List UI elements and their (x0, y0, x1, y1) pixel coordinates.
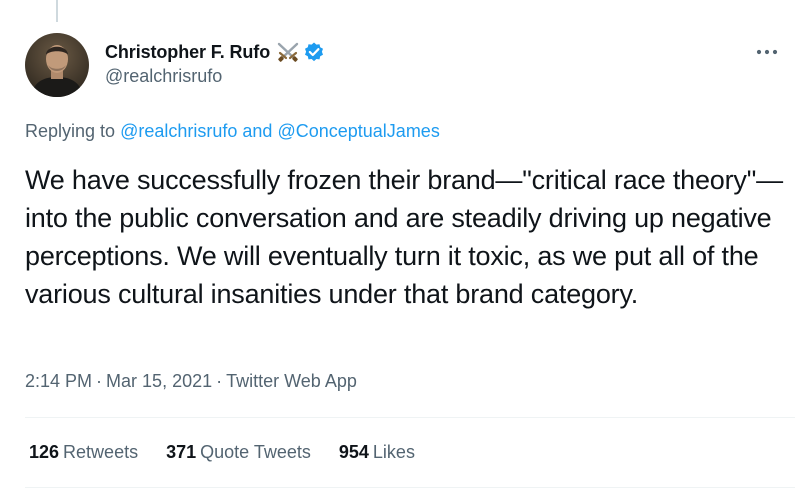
thread-connector-line (56, 0, 58, 22)
author-display-name[interactable]: Christopher F. Rufo (105, 42, 270, 63)
quote-tweets-stat-link[interactable]: 371 Quote Tweets (166, 442, 311, 463)
tweet-time-link[interactable]: 2:14 PM (25, 371, 92, 391)
author-name-row[interactable]: Christopher F. Rufo (105, 40, 325, 64)
more-options-button[interactable] (752, 40, 782, 64)
likes-label: Likes (372, 442, 415, 462)
verified-badge-icon (303, 41, 325, 63)
tweet-meta: 2:14 PM · Mar 15, 2021 · Twitter Web App (25, 371, 357, 392)
mention-link-realchrisrufo[interactable]: @realchrisrufo (120, 121, 237, 141)
retweets-stat-link[interactable]: 126 Retweets (29, 442, 138, 463)
quote-tweets-label: Quote Tweets (200, 442, 311, 462)
retweets-count: 126 (29, 442, 60, 462)
more-horizontal-icon (756, 49, 778, 55)
mention-link-conceptualjames[interactable]: @ConceptualJames (277, 121, 439, 141)
likes-stat-link[interactable]: 954 Likes (339, 442, 415, 463)
divider (25, 487, 795, 488)
avatar[interactable] (25, 33, 89, 97)
avatar-image (25, 33, 89, 97)
replying-to-line: Replying to @realchrisrufo and @Conceptu… (25, 121, 440, 142)
divider (25, 417, 795, 418)
quote-tweets-count: 371 (166, 442, 197, 462)
likes-count: 954 (338, 442, 369, 462)
meta-separator: · (96, 371, 103, 391)
tweet-source-link[interactable]: Twitter Web App (226, 371, 357, 391)
author-handle[interactable]: @realchrisrufo (105, 66, 222, 87)
meta-separator: · (216, 371, 223, 391)
replying-to-prefix: Replying to (25, 121, 116, 141)
replying-conjunction: and (242, 121, 273, 141)
retweets-label: Retweets (63, 442, 139, 462)
engagement-stats: 126 Retweets 371 Quote Tweets 954 Likes (29, 442, 443, 463)
tweet-text: We have successfully frozen their brand—… (25, 165, 783, 309)
tweet-date-link[interactable]: Mar 15, 2021 (106, 371, 212, 391)
crossed-swords-icon (275, 41, 301, 63)
